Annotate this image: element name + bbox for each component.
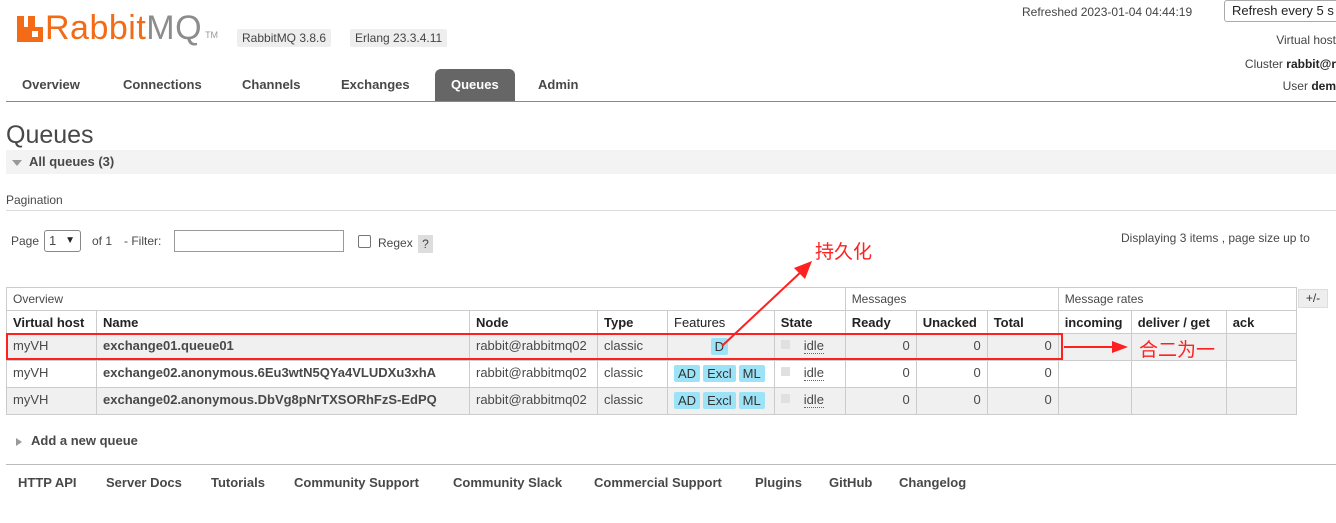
annotation-arrows xyxy=(721,261,1128,353)
arrow-to-durable-feature xyxy=(721,269,804,347)
annotation-merge-label: 合二为一 xyxy=(1139,340,1216,361)
annotation-persistent-label: 持久化 xyxy=(815,242,873,263)
arrow-head-merge xyxy=(1112,341,1128,353)
